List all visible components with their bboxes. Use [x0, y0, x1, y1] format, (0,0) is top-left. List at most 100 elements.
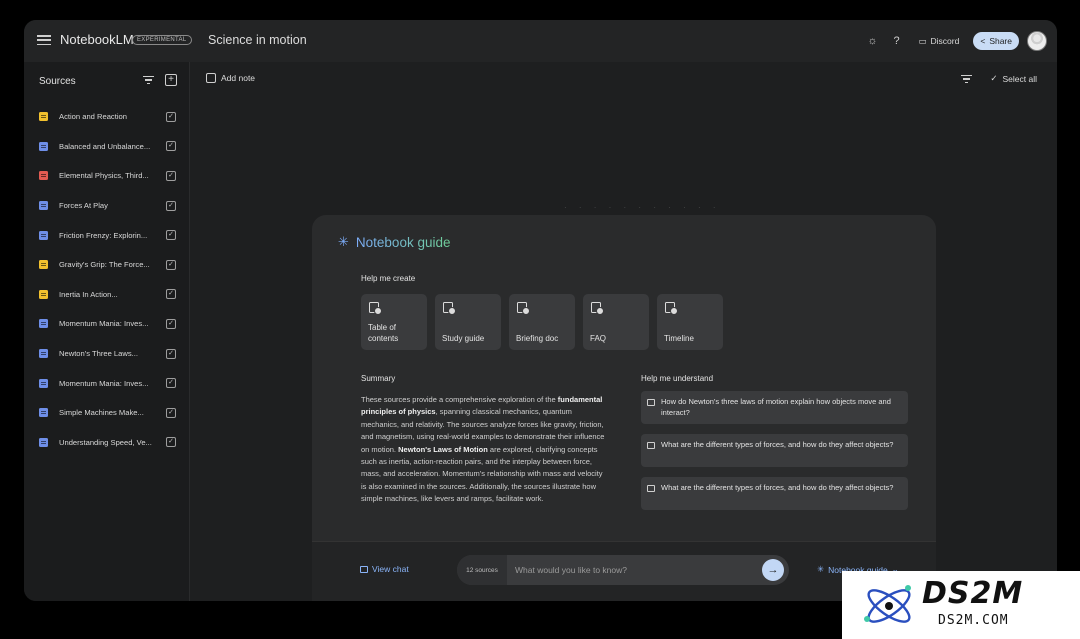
summary-fragment: These sources provide a comprehensive ex… [361, 395, 558, 404]
top-bar: NotebookLM EXPERIMENTAL Science in motio… [24, 20, 1057, 62]
create-card[interactable]: Table of contents [361, 294, 427, 350]
question-icon [647, 442, 655, 449]
view-chat-label: View chat [372, 564, 409, 574]
create-card[interactable]: FAQ [583, 294, 649, 350]
source-checkbox[interactable]: ✓ [166, 141, 176, 152]
source-label: Inertia In Action... [59, 289, 118, 299]
sources-sidebar: Sources + Action and Reaction ✓ Balanced a… [24, 62, 190, 601]
document-add-icon [517, 302, 530, 315]
share-label: Share [989, 36, 1012, 46]
question-text: What are the different types of forces, … [661, 483, 894, 492]
send-button[interactable]: → [762, 559, 784, 581]
source-checkbox[interactable]: ✓ [166, 437, 176, 448]
add-source-icon[interactable]: + [165, 74, 177, 86]
view-chat-button[interactable]: View chat [360, 564, 409, 574]
source-label: Simple Machines Make... [59, 408, 144, 418]
source-label: Elemental Physics, Third... [59, 171, 149, 181]
source-checkbox[interactable]: ✓ [166, 318, 176, 329]
notes-filter-icon[interactable] [961, 75, 972, 85]
create-card[interactable]: Timeline [657, 294, 723, 350]
guide-title: ✳ Notebook guide [338, 234, 451, 250]
chat-box: 12 sources → [457, 555, 789, 585]
watermark-logo-text: DS2M [922, 576, 1024, 611]
checkmark-icon: ✓ [990, 73, 998, 83]
suggested-questions: How do Newton's three laws of motion exp… [641, 391, 908, 520]
document-add-icon [665, 302, 678, 315]
watermark: DS2M DS2M.COM [842, 571, 1080, 639]
source-item[interactable]: Balanced and Unbalance... ✓ [24, 132, 190, 162]
sources-count-chip[interactable]: 12 sources [457, 555, 507, 585]
notebook-guide-panel: ✳ Notebook guide Help me create Table of… [312, 215, 936, 601]
suggested-question[interactable]: What are the different types of forces, … [641, 477, 908, 510]
source-item[interactable]: Newton's Three Laws... ✓ [24, 339, 190, 369]
document-add-icon [369, 302, 382, 315]
source-document-icon [39, 260, 48, 270]
source-checkbox[interactable]: ✓ [166, 407, 176, 418]
help-create-heading: Help me create [361, 274, 416, 283]
theme-icon[interactable]: ☼ [865, 33, 881, 49]
summary-highlight: Newton's Laws of Motion [398, 444, 488, 454]
drag-handle[interactable]: · · · · · · · · · · · [564, 203, 721, 212]
share-button[interactable]: < Share [973, 32, 1019, 50]
source-label: Gravity's Grip: The Force... [59, 260, 150, 270]
document-add-icon [591, 302, 604, 315]
filter-icon[interactable] [143, 76, 154, 86]
suggested-question[interactable]: What are the different types of forces, … [641, 434, 908, 467]
suggested-question[interactable]: How do Newton's three laws of motion exp… [641, 391, 908, 424]
chat-icon [360, 565, 368, 573]
sparkle-icon: ✳ [338, 234, 349, 249]
create-card-label: Study guide [442, 334, 485, 343]
notes-area: Add note ✓ Select all · · · · · · · · · … [191, 62, 1057, 601]
source-label: Momentum Mania: Inves... [59, 378, 149, 388]
source-checkbox[interactable]: ✓ [166, 259, 176, 270]
source-item[interactable]: Momentum Mania: Inves... ✓ [24, 368, 190, 398]
source-item[interactable]: Simple Machines Make... ✓ [24, 398, 190, 428]
source-checkbox[interactable]: ✓ [166, 230, 176, 241]
notebook-title[interactable]: Science in motion [208, 33, 307, 47]
source-item[interactable]: Friction Frenzy: Explorin... ✓ [24, 220, 190, 250]
select-all-button[interactable]: ✓ Select all [990, 73, 1037, 84]
source-label: Understanding Speed, Ve... [59, 437, 152, 447]
atom-logo-icon [864, 585, 911, 623]
experimental-badge: EXPERIMENTAL [132, 35, 192, 45]
add-note-button[interactable]: Add note [206, 73, 255, 83]
source-label: Friction Frenzy: Explorin... [59, 230, 148, 240]
source-checkbox[interactable]: ✓ [166, 289, 176, 300]
source-label: Momentum Mania: Inves... [59, 319, 149, 329]
select-all-label: Select all [1002, 73, 1038, 84]
source-checkbox[interactable]: ✓ [166, 170, 176, 181]
top-actions: ☼ ? ▭ Discord < Share [865, 28, 1047, 54]
chat-input[interactable] [509, 555, 749, 585]
create-card-label: FAQ [590, 334, 607, 343]
source-document-icon [39, 112, 48, 122]
source-item[interactable]: Action and Reaction ✓ [24, 102, 190, 132]
source-checkbox[interactable]: ✓ [166, 378, 176, 389]
share-icon: < [980, 36, 986, 46]
help-icon[interactable]: ? [889, 33, 905, 49]
create-card[interactable]: Briefing doc [509, 294, 575, 350]
source-document-icon [39, 437, 48, 447]
help-understand-heading: Help me understand [641, 374, 714, 383]
avatar[interactable] [1027, 31, 1047, 51]
source-checkbox[interactable]: ✓ [166, 348, 176, 359]
menu-icon[interactable] [37, 33, 51, 47]
summary-heading: Summary [361, 374, 396, 383]
source-item[interactable]: Momentum Mania: Inves... ✓ [24, 309, 190, 339]
source-item[interactable]: Gravity's Grip: The Force... ✓ [24, 250, 190, 280]
source-document-icon [39, 141, 48, 151]
discord-icon: ▭ [918, 35, 927, 46]
source-checkbox[interactable]: ✓ [166, 200, 176, 211]
source-item[interactable]: Understanding Speed, Ve... ✓ [24, 428, 190, 458]
source-label: Forces At Play [59, 201, 108, 211]
discord-label: Discord [930, 36, 960, 46]
source-item[interactable]: Elemental Physics, Third... ✓ [24, 161, 190, 191]
source-document-icon [39, 230, 48, 240]
source-item[interactable]: Forces At Play ✓ [24, 191, 190, 221]
source-label: Newton's Three Laws... [59, 349, 138, 359]
discord-button[interactable]: ▭ Discord [913, 33, 966, 50]
source-item[interactable]: Inertia In Action... ✓ [24, 280, 190, 310]
source-document-icon [39, 408, 48, 418]
question-icon [647, 485, 655, 492]
create-card[interactable]: Study guide [435, 294, 501, 350]
source-checkbox[interactable]: ✓ [166, 111, 176, 122]
